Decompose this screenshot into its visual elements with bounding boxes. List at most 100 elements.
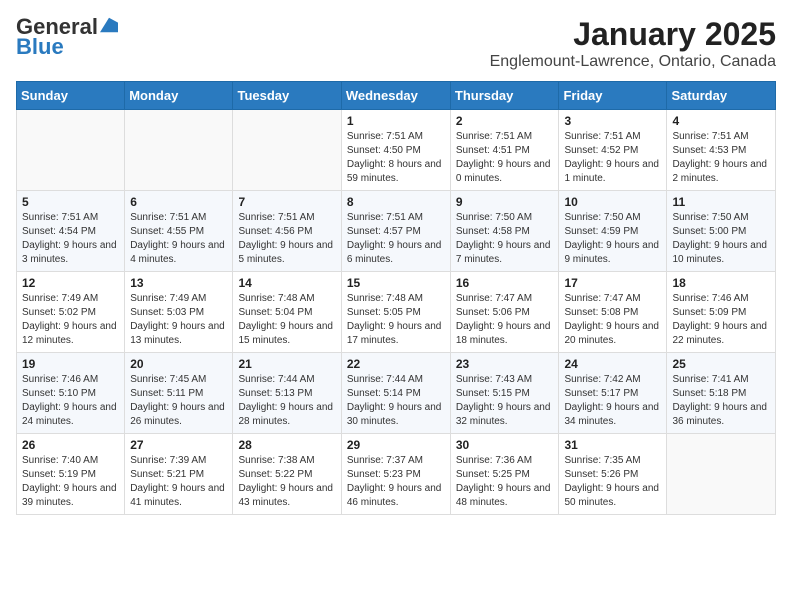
calendar-cell: 27 Sunrise: 7:39 AMSunset: 5:21 PMDayligh… [125,434,233,515]
calendar-cell: 19 Sunrise: 7:46 AMSunset: 5:10 PMDayligh… [17,353,125,434]
day-info: Sunrise: 7:46 AMSunset: 5:10 PMDaylight:… [22,373,119,429]
calendar-cell: 6 Sunrise: 7:51 AMSunset: 4:55 PMDaylight… [125,191,233,272]
calendar-week-1: 5Sunrise: 7:51 AMSunset: 4:54 PMDaylight… [17,191,776,272]
day-info: Sunrise: 7:44 AMSunset: 5:13 PMDaylight:… [238,373,335,429]
day-info: Sunrise: 7:51 AMSunset: 4:50 PMDaylight:… [347,130,445,186]
day-info: Sunrise: 7:51 AMSunset: 4:55 PMDaylight:… [130,211,227,267]
page-title: January 2025 [490,16,776,53]
day-number: 30 [456,438,554,452]
calendar-weekday-tuesday: Tuesday [233,82,341,110]
day-number: 20 [130,357,227,371]
calendar-weekday-thursday: Thursday [450,82,559,110]
day-number: 2 [456,114,554,128]
calendar-week-0: 1 Sunrise: 7:51 AMSunset: 4:50 PMDaylight… [17,110,776,191]
day-number: 8 [347,195,445,209]
calendar-cell [667,434,776,515]
calendar-cell: 8 Sunrise: 7:51 AMSunset: 4:57 PMDaylight… [341,191,450,272]
calendar-cell: 28Sunrise: 7:38 AMSunset: 5:22 PMDayligh… [233,434,341,515]
calendar-header-row: SundayMondayTuesdayWednesdayThursdayFrid… [17,82,776,110]
day-number: 24 [564,357,661,371]
day-info: Sunrise: 7:51 AMSunset: 4:52 PMDaylight:… [564,130,661,186]
day-info: Sunrise: 7:51 AMSunset: 4:56 PMDaylight:… [238,211,335,267]
day-number: 7 [238,195,335,209]
calendar-cell: 20 Sunrise: 7:45 AMSunset: 5:11 PMDayligh… [125,353,233,434]
calendar-cell: 9 Sunrise: 7:50 AMSunset: 4:58 PMDaylight… [450,191,559,272]
calendar-weekday-sunday: Sunday [17,82,125,110]
day-number: 27 [130,438,227,452]
day-info: Sunrise: 7:47 AMSunset: 5:08 PMDaylight:… [564,292,661,348]
calendar-table: SundayMondayTuesdayWednesdayThursdayFrid… [16,81,776,515]
calendar-cell: 14 Sunrise: 7:48 AMSunset: 5:04 PMDayligh… [233,272,341,353]
day-number: 17 [564,276,661,290]
calendar-cell: 3 Sunrise: 7:51 AMSunset: 4:52 PMDaylight… [559,110,667,191]
day-number: 10 [564,195,661,209]
day-info: Sunrise: 7:51 AMSunset: 4:57 PMDaylight:… [347,211,445,267]
calendar-cell: 10Sunrise: 7:50 AMSunset: 4:59 PMDayligh… [559,191,667,272]
calendar-cell: 12 Sunrise: 7:49 AMSunset: 5:02 PMDayligh… [17,272,125,353]
calendar-cell: 7 Sunrise: 7:51 AMSunset: 4:56 PMDaylight… [233,191,341,272]
calendar-cell: 5Sunrise: 7:51 AMSunset: 4:54 PMDaylight… [17,191,125,272]
calendar-cell: 13 Sunrise: 7:49 AMSunset: 5:03 PMDayligh… [125,272,233,353]
day-number: 22 [347,357,445,371]
day-info: Sunrise: 7:41 AMSunset: 5:18 PMDaylight:… [672,373,770,429]
day-number: 28 [238,438,335,452]
calendar-cell: 22 Sunrise: 7:44 AMSunset: 5:14 PMDayligh… [341,353,450,434]
day-number: 19 [22,357,119,371]
calendar-weekday-friday: Friday [559,82,667,110]
calendar-week-2: 12 Sunrise: 7:49 AMSunset: 5:02 PMDayligh… [17,272,776,353]
day-info: Sunrise: 7:42 AMSunset: 5:17 PMDaylight:… [564,373,661,429]
day-info: Sunrise: 7:47 AMSunset: 5:06 PMDaylight:… [456,292,554,348]
day-number: 25 [672,357,770,371]
day-number: 12 [22,276,119,290]
day-info: Sunrise: 7:37 AMSunset: 5:23 PMDaylight:… [347,454,445,510]
calendar-cell: 26 Sunrise: 7:40 AMSunset: 5:19 PMDayligh… [17,434,125,515]
day-number: 29 [347,438,445,452]
calendar-week-3: 19 Sunrise: 7:46 AMSunset: 5:10 PMDayligh… [17,353,776,434]
day-number: 31 [564,438,661,452]
day-info: Sunrise: 7:35 AMSunset: 5:26 PMDaylight:… [564,454,661,510]
day-info: Sunrise: 7:51 AMSunset: 4:53 PMDaylight:… [672,130,770,186]
calendar-cell: 30Sunrise: 7:36 AMSunset: 5:25 PMDayligh… [450,434,559,515]
day-number: 6 [130,195,227,209]
day-number: 13 [130,276,227,290]
day-number: 23 [456,357,554,371]
day-info: Sunrise: 7:48 AMSunset: 5:04 PMDaylight:… [238,292,335,348]
calendar-week-4: 26 Sunrise: 7:40 AMSunset: 5:19 PMDayligh… [17,434,776,515]
day-info: Sunrise: 7:48 AMSunset: 5:05 PMDaylight:… [347,292,445,348]
day-info: Sunrise: 7:44 AMSunset: 5:14 PMDaylight:… [347,373,445,429]
day-number: 18 [672,276,770,290]
calendar-cell: 2 Sunrise: 7:51 AMSunset: 4:51 PMDaylight… [450,110,559,191]
day-number: 16 [456,276,554,290]
day-info: Sunrise: 7:39 AMSunset: 5:21 PMDaylight:… [130,454,227,510]
day-info: Sunrise: 7:40 AMSunset: 5:19 PMDaylight:… [22,454,119,510]
calendar-cell [17,110,125,191]
day-info: Sunrise: 7:51 AMSunset: 4:54 PMDaylight:… [22,211,119,267]
day-number: 15 [347,276,445,290]
calendar-cell: 17 Sunrise: 7:47 AMSunset: 5:08 PMDayligh… [559,272,667,353]
day-info: Sunrise: 7:49 AMSunset: 5:02 PMDaylight:… [22,292,119,348]
calendar-cell: 4 Sunrise: 7:51 AMSunset: 4:53 PMDaylight… [667,110,776,191]
logo: General Blue [16,16,118,60]
day-info: Sunrise: 7:46 AMSunset: 5:09 PMDaylight:… [672,292,770,348]
day-number: 9 [456,195,554,209]
calendar-cell: 24 Sunrise: 7:42 AMSunset: 5:17 PMDayligh… [559,353,667,434]
calendar-cell: 15 Sunrise: 7:48 AMSunset: 5:05 PMDayligh… [341,272,450,353]
day-info: Sunrise: 7:51 AMSunset: 4:51 PMDaylight:… [456,130,554,186]
day-info: Sunrise: 7:49 AMSunset: 5:03 PMDaylight:… [130,292,227,348]
calendar-cell: 31 Sunrise: 7:35 AMSunset: 5:26 PMDayligh… [559,434,667,515]
day-number: 14 [238,276,335,290]
day-info: Sunrise: 7:45 AMSunset: 5:11 PMDaylight:… [130,373,227,429]
day-number: 4 [672,114,770,128]
day-number: 21 [238,357,335,371]
calendar-cell: 11Sunrise: 7:50 AMSunset: 5:00 PMDayligh… [667,191,776,272]
day-number: 1 [347,114,445,128]
day-info: Sunrise: 7:50 AMSunset: 4:58 PMDaylight:… [456,211,554,267]
day-number: 3 [564,114,661,128]
logo-icon [100,16,118,34]
calendar-cell [125,110,233,191]
calendar-cell: 16 Sunrise: 7:47 AMSunset: 5:06 PMDayligh… [450,272,559,353]
day-number: 26 [22,438,119,452]
calendar-weekday-monday: Monday [125,82,233,110]
calendar-cell: 23Sunrise: 7:43 AMSunset: 5:15 PMDayligh… [450,353,559,434]
page-subtitle: Englemount-Lawrence, Ontario, Canada [490,53,776,71]
